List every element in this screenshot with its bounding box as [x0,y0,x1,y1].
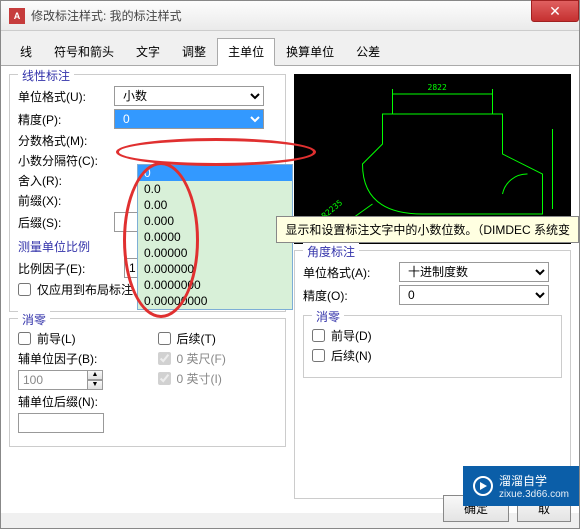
aux-factor-label: 辅单位因子(B): [18,350,138,367]
layout-only-label: 仅应用到布局标注 [37,281,133,298]
spinner-up-icon: ▲ [87,370,103,380]
precision-option[interactable]: 0.0000000 [138,277,292,293]
precision-option[interactable]: 0.0 [138,181,292,197]
tab-text[interactable]: 文字 [125,38,171,66]
angle-leading-label: 前导(D) [331,327,372,344]
angle-leading-checkbox[interactable] [312,329,325,342]
suffix-label: 后缀(S): [18,214,108,231]
precision-option[interactable]: 0.000000 [138,261,292,277]
watermark-brand: 溜溜自学 [499,474,547,488]
leading-label: 前导(L) [37,330,76,347]
aux-suffix-input [18,413,104,433]
zero-feet-label: 0 英尺(F) [177,350,226,367]
precision-select[interactable]: 0 [114,109,264,129]
trailing-checkbox[interactable] [158,332,171,345]
angle-unit-format-label: 单位格式(A): [303,264,393,281]
angle-precision-select[interactable]: 0 [399,285,549,305]
window-title: 修改标注样式: 我的标注样式 [31,7,182,24]
precision-option[interactable]: 0.000 [138,213,292,229]
angle-dim-group: 角度标注 单位格式(A): 十进制度数 精度(O): 0 消零 前导(D) 后续… [294,250,571,499]
aux-factor-input [18,370,88,390]
unit-format-select[interactable]: 小数 [114,86,264,106]
zero-feet-checkbox [158,352,171,365]
zero-inches-label: 0 英寸(I) [177,370,222,387]
scale-factor-label: 比例因子(E): [18,260,118,277]
decimal-sep-label: 小数分隔符(C): [18,152,108,169]
angle-precision-label: 精度(O): [303,287,393,304]
tab-tolerance[interactable]: 公差 [345,38,391,66]
angle-zero-legend: 消零 [312,308,344,325]
play-icon [473,476,493,496]
tab-symbols-arrows[interactable]: 符号和箭头 [43,38,125,66]
linear-legend: 线性标注 [18,67,74,84]
aux-suffix-label: 辅单位后缀(N): [18,393,138,410]
round-label: 舍入(R): [18,172,108,189]
angle-trailing-checkbox[interactable] [312,349,325,362]
zero-suppress-group: 消零 前导(L) 辅单位因子(B): ▲▼ 辅单位后缀(N): [9,318,286,447]
trailing-label: 后续(T) [177,330,216,347]
zero-legend: 消零 [18,311,50,328]
precision-option[interactable]: 0.00000 [138,245,292,261]
angle-unit-format-select[interactable]: 十进制度数 [399,262,549,282]
precision-option[interactable]: 0 [138,165,292,181]
prefix-label: 前缀(X): [18,192,108,209]
tab-fit[interactable]: 调整 [171,38,217,66]
app-icon: A [9,8,25,24]
angle-legend: 角度标注 [303,243,359,260]
tab-alt-units[interactable]: 换算单位 [275,38,345,66]
leading-checkbox[interactable] [18,332,31,345]
precision-option[interactable]: 0.0000 [138,229,292,245]
watermark-url: zixue.3d66.com [499,489,569,500]
precision-label: 精度(P): [18,111,108,128]
precision-option[interactable]: 0.00 [138,197,292,213]
zero-inches-checkbox [158,372,171,385]
spinner-down-icon: ▼ [87,380,103,390]
unit-format-label: 单位格式(U): [18,88,108,105]
dim-horizontal-text: 2822 [428,83,447,92]
layout-only-checkbox[interactable] [18,283,31,296]
close-button[interactable]: ✕ [531,0,579,22]
scale-legend: 测量单位比例 [18,240,90,254]
titlebar: A 修改标注样式: 我的标注样式 ✕ [1,1,579,31]
watermark: 溜溜自学 zixue.3d66.com [463,466,579,506]
angle-trailing-label: 后续(N) [331,347,372,364]
precision-option[interactable]: 0.00000000 [138,293,292,309]
tab-primary-units[interactable]: 主单位 [217,38,275,66]
precision-dropdown-list[interactable]: 0 0.0 0.00 0.000 0.0000 0.00000 0.000000… [137,164,293,310]
fraction-format-label: 分数格式(M): [18,132,108,149]
tab-bar: 线 符号和箭头 文字 调整 主单位 换算单位 公差 [1,31,579,66]
tab-line[interactable]: 线 [9,38,43,66]
precision-tooltip: 显示和设置标注文字中的小数位数。（DIMDEC 系统变 [276,216,579,243]
aux-factor-spinner: ▲▼ [18,370,103,390]
